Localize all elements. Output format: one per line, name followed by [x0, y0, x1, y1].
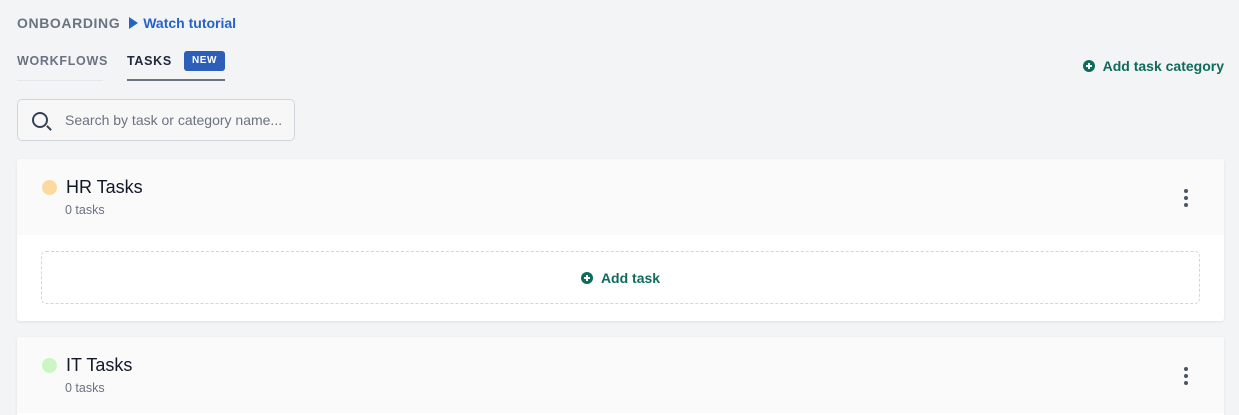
- add-task-button[interactable]: Add task: [41, 251, 1200, 304]
- category-color-dot: [42, 180, 57, 195]
- more-options-icon[interactable]: [1183, 189, 1189, 207]
- tab-tasks[interactable]: TASKS NEW: [127, 47, 226, 81]
- tab-workflows[interactable]: WORKFLOWS: [17, 47, 107, 81]
- watch-tutorial-link[interactable]: Watch tutorial: [129, 15, 236, 31]
- add-task-category-button[interactable]: Add task category: [1082, 58, 1224, 74]
- watch-tutorial-label: Watch tutorial: [143, 15, 237, 31]
- tab-tasks-label: TASKS: [127, 54, 172, 68]
- category-card-hr: HR Tasks 0 tasks Add task: [17, 159, 1224, 321]
- category-title: IT Tasks: [66, 355, 133, 375]
- category-title: HR Tasks: [66, 177, 143, 197]
- search-icon: [32, 112, 48, 128]
- add-task-category-label: Add task category: [1102, 58, 1224, 74]
- section-title: ONBOARDING: [17, 15, 121, 31]
- new-badge: NEW: [183, 51, 226, 71]
- play-icon: [129, 17, 139, 29]
- plus-circle-icon: [1082, 60, 1095, 72]
- search-box: [17, 99, 295, 141]
- category-card-header: HR Tasks 0 tasks: [17, 159, 1224, 235]
- category-card-header: IT Tasks 0 tasks: [17, 337, 1224, 413]
- breadcrumb: ONBOARDING Watch tutorial: [17, 14, 236, 32]
- plus-circle-icon: [580, 271, 593, 284]
- category-card-it: IT Tasks 0 tasks: [17, 337, 1224, 415]
- tab-bar: WORKFLOWS TASKS NEW: [17, 47, 226, 81]
- category-color-dot: [42, 358, 57, 373]
- search-input[interactable]: [65, 112, 291, 128]
- more-options-icon[interactable]: [1183, 367, 1189, 385]
- onboarding-page: ONBOARDING Watch tutorial WORKFLOWS TASK…: [0, 0, 1239, 415]
- category-task-count: 0 tasks: [65, 381, 105, 395]
- add-task-label: Add task: [600, 269, 661, 286]
- category-task-count: 0 tasks: [65, 203, 105, 217]
- tab-workflows-label: WORKFLOWS: [17, 54, 109, 68]
